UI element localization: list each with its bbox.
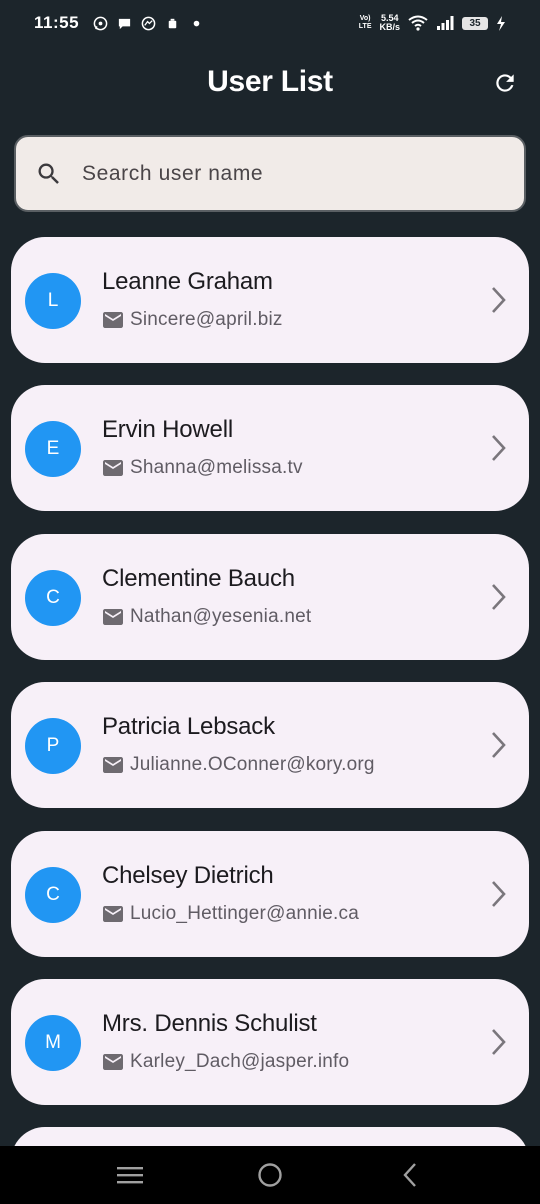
- charging-icon: [497, 15, 505, 31]
- back-button[interactable]: [390, 1155, 430, 1195]
- chevron-right-icon: [492, 435, 506, 461]
- chevron-right-icon: [492, 881, 506, 907]
- user-email: Sincere@april.biz: [130, 309, 283, 330]
- user-name: Chelsey Dietrich: [102, 862, 274, 889]
- status-bar: 11:55 Vo) LTE 5.54 KB/s 35: [0, 0, 540, 46]
- mail-icon: [103, 460, 123, 476]
- volte-top: Vo): [359, 15, 371, 22]
- email-row: Lucio_Hettinger@annie.ca: [103, 903, 359, 925]
- status-right-cluster: Vo) LTE 5.54 KB/s 35: [359, 14, 506, 32]
- user-name: Clementine Bauch: [102, 565, 295, 592]
- avatar: E: [25, 421, 81, 477]
- mail-icon: [103, 312, 123, 328]
- mail-icon: [103, 757, 123, 773]
- page-title: User List: [207, 65, 333, 98]
- user-email: Karley_Dach@jasper.info: [130, 1051, 350, 1072]
- user-card[interactable]: C Clementine Bauch Nathan@yesenia.net: [11, 534, 529, 660]
- signal-icon: [437, 16, 454, 30]
- system-nav-bar: [0, 1146, 540, 1204]
- chevron-right-icon: [492, 584, 506, 610]
- user-card[interactable]: M Mrs. Dennis Schulist Karley_Dach@jaspe…: [11, 979, 529, 1105]
- status-time: 11:55: [34, 13, 80, 32]
- whatsapp-icon: [93, 16, 108, 30]
- menu-icon: [117, 1167, 143, 1184]
- avatar: C: [25, 570, 81, 626]
- user-card[interactable]: L Leanne Graham Sincere@april.biz: [11, 237, 529, 363]
- email-row: Sincere@april.biz: [103, 309, 283, 331]
- messenger-icon: [141, 16, 156, 30]
- mail-icon: [103, 906, 123, 922]
- net-speed-unit: KB/s: [379, 22, 400, 32]
- chevron-right-icon: [492, 1029, 506, 1055]
- user-email: Lucio_Hettinger@annie.ca: [130, 903, 360, 924]
- email-row: Nathan@yesenia.net: [103, 606, 311, 628]
- refresh-icon: [496, 74, 514, 92]
- home-icon: [258, 1163, 282, 1187]
- user-email: Shanna@melissa.tv: [130, 457, 303, 478]
- avatar: M: [25, 1015, 81, 1071]
- home-button[interactable]: [250, 1155, 290, 1195]
- mail-icon: [103, 609, 123, 625]
- mail-icon: [103, 1054, 123, 1070]
- search-bar[interactable]: [14, 135, 526, 212]
- email-row: Shanna@melissa.tv: [103, 457, 303, 479]
- recent-apps-button[interactable]: [110, 1155, 150, 1195]
- chat-icon: [118, 18, 131, 29]
- avatar: C: [25, 867, 81, 923]
- user-name: Patricia Lebsack: [102, 713, 275, 740]
- notification-icon: [168, 18, 177, 28]
- refresh-button[interactable]: [488, 66, 522, 100]
- user-name: Ervin Howell: [102, 416, 233, 443]
- email-row: Karley_Dach@jasper.info: [103, 1051, 349, 1073]
- user-card[interactable]: C Chelsey Dietrich Lucio_Hettinger@annie…: [11, 831, 529, 957]
- app-bar: User List: [0, 56, 540, 108]
- net-speed: 5.54 KB/s: [379, 14, 400, 32]
- volte-bottom: LTE: [358, 23, 372, 30]
- email-row: Julianne.OConner@kory.org: [103, 754, 375, 776]
- chevron-right-icon: [492, 287, 506, 313]
- wifi-icon: [408, 15, 428, 31]
- avatar: P: [25, 718, 81, 774]
- volte-indicator: Vo) LTE: [359, 15, 372, 31]
- battery-icon: 35: [462, 16, 488, 30]
- back-icon: [403, 1163, 416, 1187]
- user-email: Julianne.OConner@kory.org: [130, 754, 375, 775]
- chevron-right-icon: [492, 732, 506, 758]
- user-email: Nathan@yesenia.net: [130, 606, 312, 627]
- search-icon: [34, 159, 64, 189]
- avatar: L: [25, 273, 81, 329]
- user-card[interactable]: E Ervin Howell Shanna@melissa.tv: [11, 385, 529, 511]
- user-card[interactable]: P Patricia Lebsack Julianne.OConner@kory…: [11, 682, 529, 808]
- user-name: Mrs. Dennis Schulist: [102, 1010, 317, 1037]
- status-notification-icons: [93, 16, 204, 31]
- user-name: Leanne Graham: [102, 268, 273, 295]
- dot-icon: [193, 20, 200, 26]
- search-input[interactable]: [82, 161, 482, 186]
